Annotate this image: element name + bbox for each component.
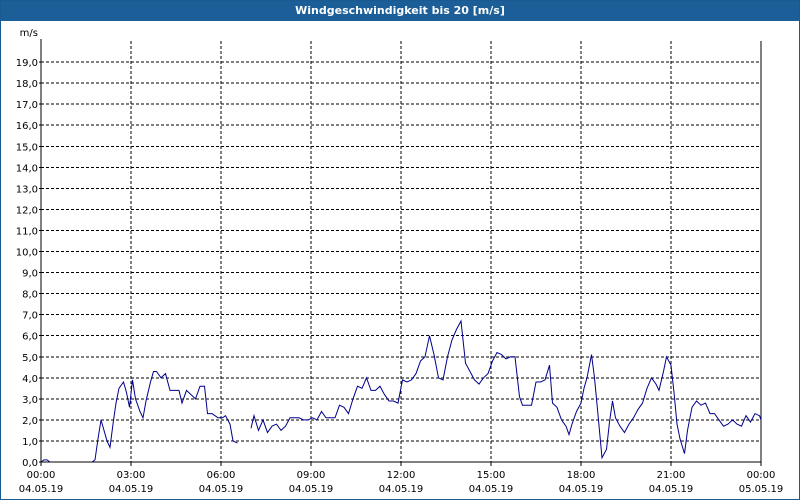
- y-tick-label: 3,0: [22, 395, 38, 406]
- y-tick-label: 5,0: [22, 353, 38, 364]
- y-tick-label: 8,0: [22, 290, 38, 301]
- x-tick-time: 15:00: [477, 470, 506, 481]
- x-tick-date: 04.05.19: [199, 484, 244, 495]
- y-tick-label: 14,0: [16, 163, 38, 174]
- x-tick-time: 00:00: [27, 470, 56, 481]
- y-tick-label: 0,0: [22, 458, 38, 469]
- x-tick-time: 18:00: [567, 470, 596, 481]
- x-tick-time: 21:00: [657, 470, 686, 481]
- y-tick-label: 11,0: [16, 226, 38, 237]
- y-axis-unit: m/s: [20, 28, 38, 39]
- wind-speed-line: [250, 319, 762, 460]
- y-tick-label: 19,0: [16, 58, 38, 69]
- y-tick-label: 18,0: [16, 79, 38, 90]
- x-tick-date: 04.05.19: [649, 484, 694, 495]
- y-tick-label: 15,0: [16, 142, 38, 153]
- x-tick-time: 06:00: [207, 470, 236, 481]
- y-tick-label: 16,0: [16, 121, 38, 132]
- x-tick-date: 05.05.19: [739, 484, 784, 495]
- y-tick-label: 13,0: [16, 184, 38, 195]
- y-tick-label: 12,0: [16, 205, 38, 216]
- x-tick-date: 04.05.19: [289, 484, 334, 495]
- y-tick-label: 1,0: [22, 437, 38, 448]
- y-tick-label: 4,0: [22, 374, 38, 385]
- wind-speed-chart: 0,0 1,0 2,0 3,0 4,0 5,0 6,0 7,0 8,0 9,0 10,0 11,0 12…: [16, 28, 784, 495]
- x-tick-date: 04.05.19: [379, 484, 424, 495]
- chart-title: Windgeschwindigkeit bis 20 [m/s]: [1, 1, 799, 21]
- x-tick-time: 12:00: [387, 470, 416, 481]
- y-tick-label: 2,0: [22, 416, 38, 427]
- y-tick-label: 6,0: [22, 332, 38, 343]
- y-tick-label: 17,0: [16, 100, 38, 111]
- y-tick-label: 10,0: [16, 248, 38, 259]
- y-tick-label: 7,0: [22, 311, 38, 322]
- chart-window: Windgeschwindigkeit bis 20 [m/s] 0,0 1,0 2…: [0, 0, 800, 500]
- x-tick-date: 04.05.19: [19, 484, 64, 495]
- wind-speed-line: [91, 371, 238, 463]
- x-tick-date: 04.05.19: [469, 484, 514, 495]
- x-tick-time: 00:00: [747, 470, 776, 481]
- x-tick-time: 09:00: [297, 470, 326, 481]
- x-tick-date: 04.05.19: [109, 484, 154, 495]
- x-tick-time: 03:00: [117, 470, 146, 481]
- x-tick-date: 04.05.19: [559, 484, 604, 495]
- y-tick-label: 9,0: [22, 269, 38, 280]
